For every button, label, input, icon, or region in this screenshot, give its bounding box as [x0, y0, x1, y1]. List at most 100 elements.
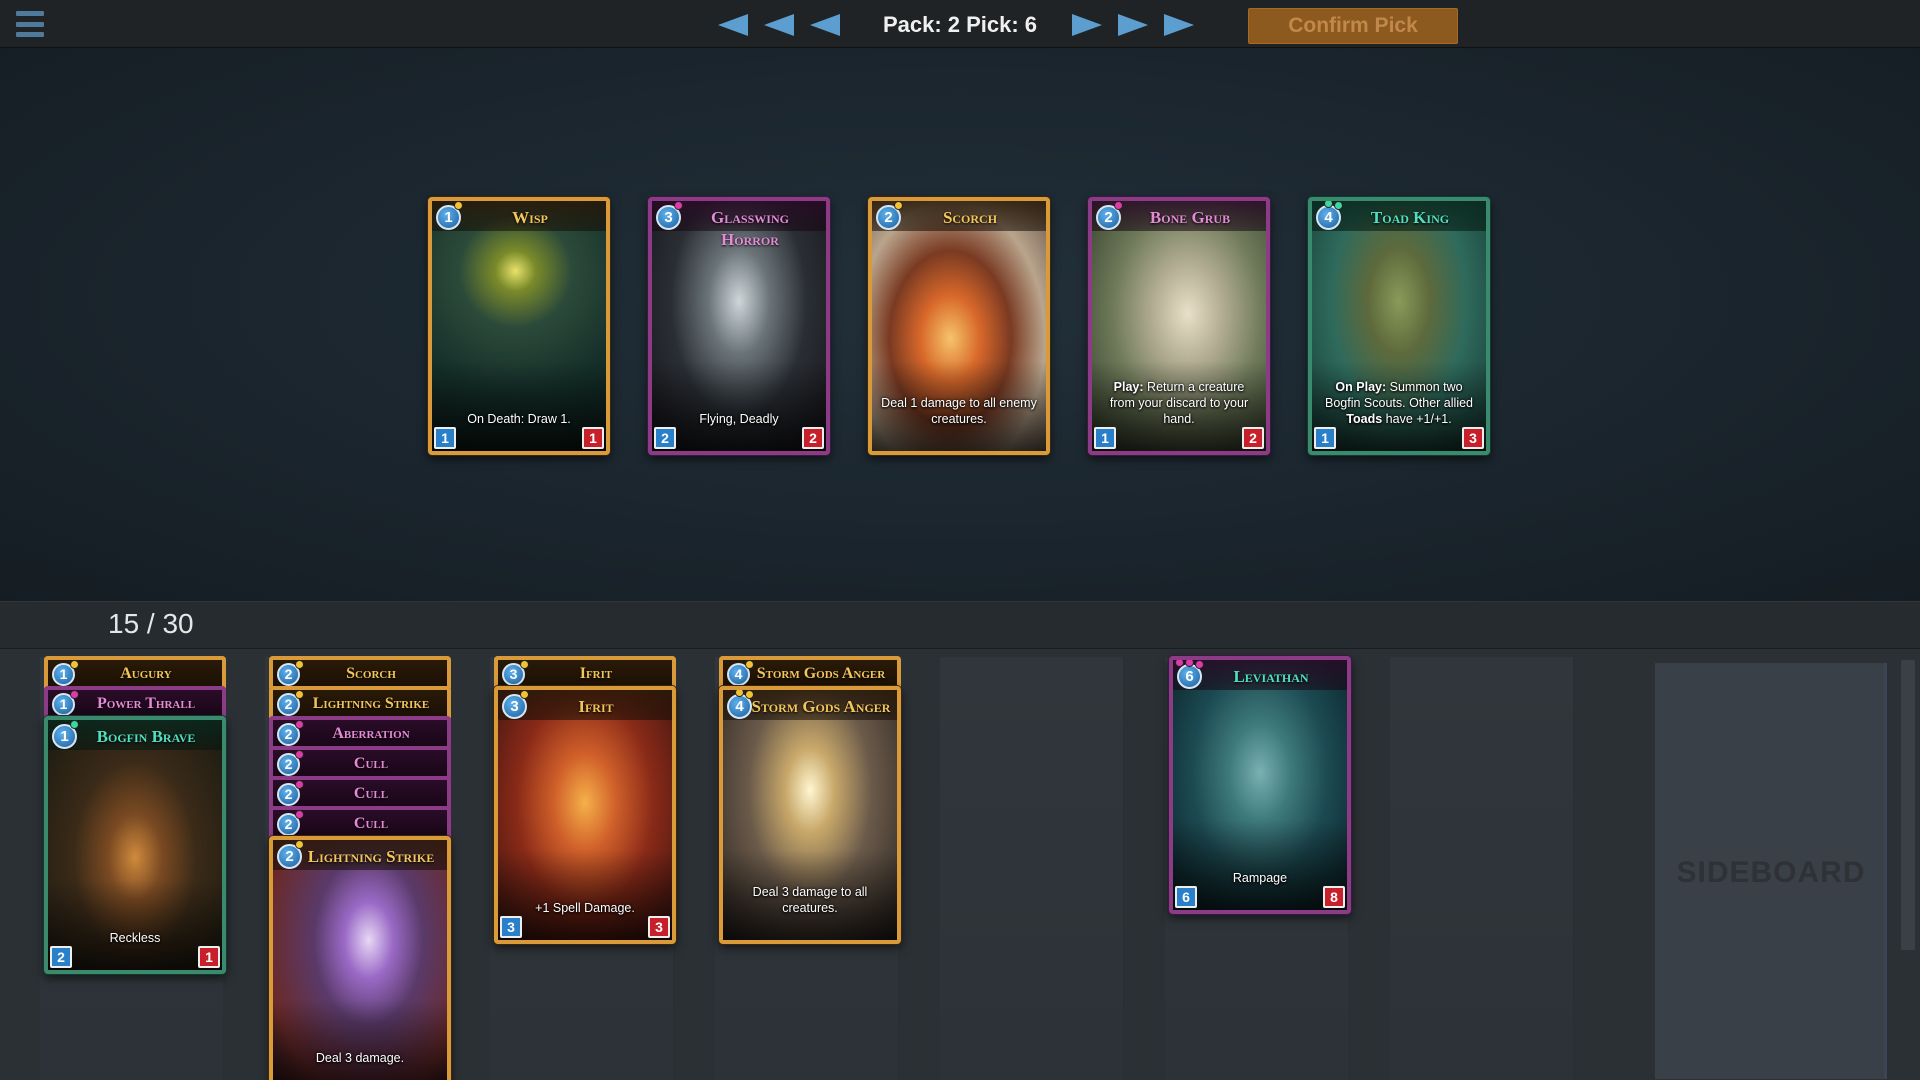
mana-color-pip-icon [295, 780, 304, 789]
mana-color-pip-icon [295, 810, 304, 819]
hamburger-menu-icon[interactable] [16, 11, 44, 37]
first-pack-arrow-icon[interactable] [718, 14, 748, 36]
card-name: Cull [353, 785, 389, 802]
attack-value: 2 [654, 427, 676, 449]
card-name: Bone Grub [1149, 208, 1231, 227]
health-value: 3 [648, 916, 670, 938]
pack-area: Wisp 1 On Death: Draw 1. 1 1 Glasswing Horror… [0, 48, 1920, 601]
next-pack-arrow-icon[interactable] [1118, 14, 1148, 36]
deck-header: 15 / 30 [0, 601, 1920, 649]
prev-pick-arrow-icon[interactable] [810, 14, 840, 36]
deck-area: Augury 1 Power Thrall 1 Bogfin Brave 1 Reckles… [0, 649, 1920, 1080]
mana-color-pip-icon [1324, 201, 1333, 208]
card-ifrit[interactable]: Ifrit 3 +1 Spell Damage. 3 3 [494, 686, 676, 944]
attack-value: 6 [1175, 886, 1197, 908]
health-value: 2 [802, 427, 824, 449]
card-rules-text: Deal 3 damage to all creatures. [752, 885, 868, 915]
mana-color-pip-icon [745, 660, 754, 669]
mana-color-pip-icon [1195, 660, 1204, 669]
mana-color-pip-icon [894, 201, 903, 210]
card-name: Augury [120, 665, 172, 682]
deck-card-strip-storm-gods-anger[interactable]: Storm Gods Anger 4 [719, 656, 901, 688]
mana-color-pip-icon [295, 690, 304, 699]
card-name: Ifrit [579, 665, 613, 682]
health-value: 3 [1462, 427, 1484, 449]
card-name: Toad King [1370, 208, 1450, 227]
mana-color-pip-icon [1114, 201, 1123, 210]
deck-card-strip-aberration[interactable]: Aberration 2 [269, 716, 451, 748]
card-scorch[interactable]: Scorch 2 Deal 1 damage to all enemy creatu… [868, 197, 1050, 455]
card-name: Wisp [512, 208, 548, 227]
mana-color-pip-icon [1185, 660, 1194, 667]
card-rules-text: On Play: Summon two Bogfin Scouts. Other… [1325, 380, 1473, 426]
card-name: Bogfin Brave [96, 727, 196, 746]
mana-color-pip-icon [1334, 201, 1343, 210]
mana-color-pip-icon [520, 660, 529, 669]
health-value: 1 [198, 946, 220, 968]
deck-card-strip-lightning-strike[interactable]: Lightning Strike 2 [269, 686, 451, 718]
card-storm-gods-anger[interactable]: Storm Gods Anger 4 Deal 3 damage to all cr… [719, 686, 901, 944]
card-wisp[interactable]: Wisp 1 On Death: Draw 1. 1 1 [428, 197, 610, 455]
attack-value: 3 [500, 916, 522, 938]
card-rules-text: Rampage [1232, 871, 1288, 885]
card-name: Storm Gods Anger [751, 697, 891, 716]
mana-color-pip-icon [745, 690, 754, 699]
card-name: Ifrit [578, 697, 614, 716]
card-rules-text: Flying, Deadly [699, 412, 779, 426]
mana-color-pip-icon [1175, 660, 1184, 667]
card-name: Cull [353, 755, 389, 772]
attack-value: 1 [1314, 427, 1336, 449]
card-rules-text: Play: Return a creature from your discar… [1109, 380, 1249, 426]
card-name: Lightning Strike [312, 695, 430, 712]
deck-card-strip-cull[interactable]: Cull 2 [269, 746, 451, 778]
mana-color-pip-icon [295, 720, 304, 729]
health-value: 1 [582, 427, 604, 449]
attack-value: 1 [434, 427, 456, 449]
card-lightning-strike[interactable]: Lightning Strike 2 Deal 3 damage. [269, 836, 451, 1080]
attack-value: 1 [1094, 427, 1116, 449]
deck-column[interactable] [940, 657, 1125, 1080]
sideboard-label: SIDEBOARD [1676, 856, 1866, 889]
deck-column[interactable] [1390, 657, 1575, 1080]
card-name: Glasswing Horror [711, 208, 789, 249]
health-value: 8 [1323, 886, 1345, 908]
mana-color-pip-icon [295, 660, 304, 669]
mana-color-pip-icon [674, 201, 683, 210]
card-glasswing-horror[interactable]: Glasswing Horror 3 Flying, Deadly 2 2 [648, 197, 830, 455]
attack-value: 2 [50, 946, 72, 968]
card-name: Cull [353, 815, 389, 832]
deck-card-strip-cull[interactable]: Cull 2 [269, 776, 451, 808]
card-rules-text: Reckless [109, 931, 161, 945]
mana-color-pip-icon [295, 840, 304, 849]
card-rules-text: +1 Spell Damage. [535, 901, 635, 915]
deck-card-strip-scorch[interactable]: Scorch 2 [269, 656, 451, 688]
deck-card-strip-power-thrall[interactable]: Power Thrall 1 [44, 686, 226, 718]
deck-card-strip-ifrit[interactable]: Ifrit 3 [494, 656, 676, 688]
card-rules-text: Deal 3 damage. [315, 1051, 405, 1065]
sideboard-zone[interactable]: SIDEBOARD [1655, 663, 1887, 1079]
card-name: Lightning Strike [307, 847, 435, 866]
last-pack-arrow-icon[interactable] [1164, 14, 1194, 36]
card-bone-grub[interactable]: Bone Grub 2 Play: Return a creature from y… [1088, 197, 1270, 455]
deck-card-strip-cull[interactable]: Cull 2 [269, 806, 451, 838]
card-name: Storm Gods Anger [756, 665, 886, 682]
card-toad-king[interactable]: Toad King 4 On Play: Summon two Bogfin Sco… [1308, 197, 1490, 455]
deck-card-count: 15 / 30 [108, 608, 194, 639]
next-pick-arrow-icon[interactable] [1072, 14, 1102, 36]
card-name: Power Thrall [96, 695, 196, 712]
deck-scrollbar[interactable] [1901, 660, 1915, 950]
mana-color-pip-icon [735, 690, 744, 697]
card-rules-text: On Death: Draw 1. [467, 412, 571, 426]
top-bar: Pack: 2 Pick: 6 Confirm Pick [0, 0, 1920, 48]
pack-pick-indicator: Pack: 2 Pick: 6 [882, 12, 1038, 37]
prev-pack-arrow-icon[interactable] [764, 14, 794, 36]
mana-color-pip-icon [70, 690, 79, 699]
card-name: Aberration [332, 725, 410, 742]
confirm-pick-button[interactable]: Confirm Pick [1248, 8, 1458, 44]
deck-card-strip-augury[interactable]: Augury 1 [44, 656, 226, 688]
mana-color-pip-icon [70, 660, 79, 669]
mana-color-pip-icon [454, 201, 463, 210]
health-value: 2 [1242, 427, 1264, 449]
card-bogfin-brave[interactable]: Bogfin Brave 1 Reckless 2 1 [44, 716, 226, 974]
card-leviathan[interactable]: Leviathan 6 Rampage 6 8 [1169, 656, 1351, 914]
